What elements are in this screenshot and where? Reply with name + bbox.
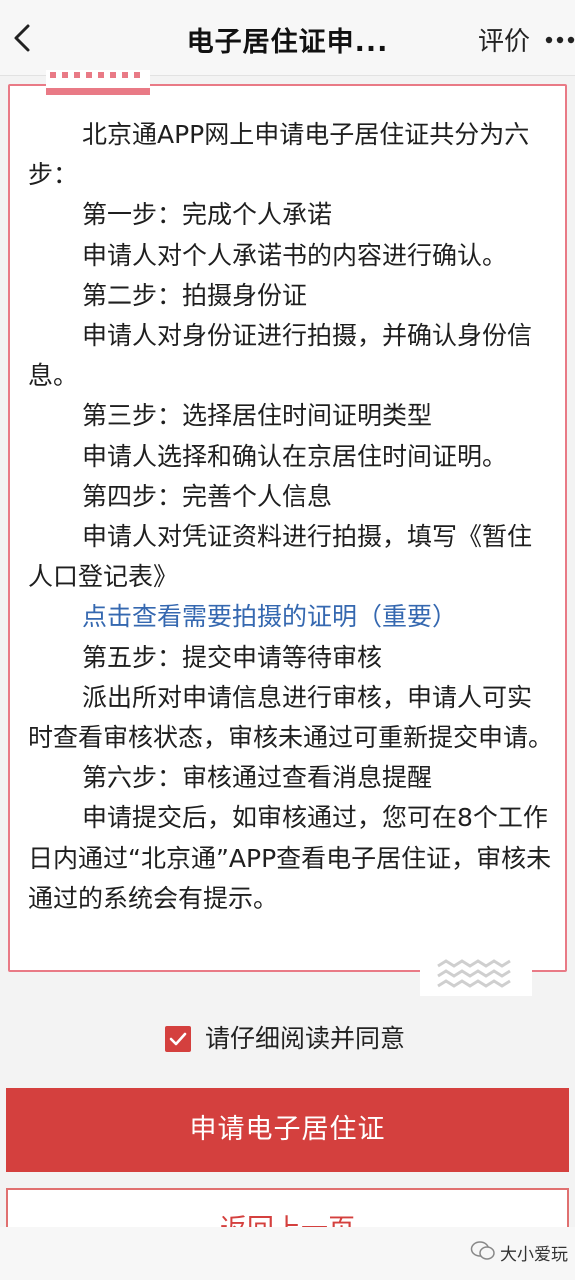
navigation-bar: 电子居住证申... 评价 — [0, 0, 575, 76]
step-5-desc: 派出所对申请信息进行审核，申请人可实时查看审核状态，审核未通过可重新提交申请。 — [28, 682, 554, 753]
step-1-title: 第一步：完成个人承诺 — [82, 200, 333, 230]
watermark-text: 大小爱玩 — [500, 1245, 568, 1265]
step-5-title: 第五步：提交申请等待审核 — [82, 642, 383, 672]
apply-button[interactable]: 申请电子居住证 — [6, 1088, 569, 1172]
wechat-icon — [470, 1241, 495, 1260]
step-6-title: 第六步：审核通过查看消息提醒 — [82, 763, 433, 793]
step-6-desc: 申请提交后，如审核通过，您可在8个工作日内通过“北京通”APP查看电子居住证，审… — [28, 803, 552, 913]
step-4-title: 第四步：完善个人信息 — [82, 481, 333, 511]
step-3-title: 第三步：选择居住时间证明类型 — [82, 401, 433, 431]
agreement-label: 请仔细阅读并同意 — [205, 1024, 406, 1053]
more-options-icon[interactable] — [545, 36, 575, 44]
rate-button[interactable]: 评价 — [478, 21, 530, 58]
agree-checkbox[interactable] — [165, 1026, 191, 1052]
checkmark-icon — [169, 1032, 187, 1046]
step-2-title: 第二步：拍摄身份证 — [82, 280, 308, 310]
page-title: 电子居住证申... — [186, 27, 389, 58]
intro-paragraph: 北京通APP网上申请电子居住证共分为六步： — [28, 120, 530, 190]
decorative-zigzag-pattern — [420, 956, 532, 996]
step-1-desc: 申请人对个人承诺书的内容进行确认。 — [82, 240, 508, 270]
step-4-desc: 申请人对凭证资料进行拍摄，填写《暂住人口登记表》 — [28, 522, 533, 592]
required-documents-link[interactable]: 点击查看需要拍摄的证明（重要） — [28, 597, 553, 637]
step-3-desc: 申请人选择和确认在京居住时间证明。 — [82, 441, 508, 471]
back-arrow-icon[interactable] — [8, 20, 38, 56]
decorative-dash-pattern — [46, 70, 150, 100]
instruction-text: 北京通APP网上申请电子居住证共分为六步： 第一步：完成个人承诺 申请人对个人承… — [28, 115, 553, 919]
step-2-desc: 申请人对身份证进行拍摄，并确认身份信息。 — [28, 321, 533, 391]
